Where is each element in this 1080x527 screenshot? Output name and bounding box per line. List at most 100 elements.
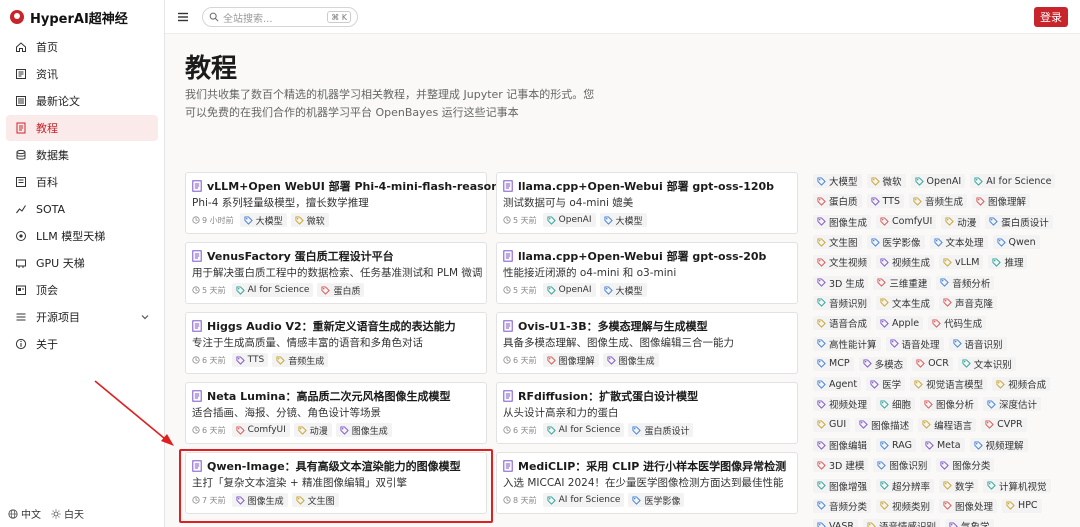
tag[interactable]: 动漫 — [293, 423, 332, 437]
tag[interactable]: 蛋白质 — [317, 283, 365, 297]
tag[interactable]: 大模型 — [599, 213, 647, 227]
tag-cloud-item[interactable]: 多模态 — [858, 356, 908, 371]
tag-cloud-item[interactable]: Meta — [920, 438, 965, 452]
tag-cloud-item[interactable]: 音频分类 — [813, 498, 872, 513]
tag-cloud-item[interactable]: 图像理解 — [972, 194, 1031, 209]
sidebar-item-5[interactable]: 百科 — [6, 169, 158, 195]
tag-cloud-item[interactable]: 微软 — [866, 174, 906, 189]
tag[interactable]: AI for Science — [542, 423, 625, 437]
tag[interactable]: ComfyUI — [231, 423, 290, 437]
tag-cloud-item[interactable]: 语音合成 — [813, 316, 872, 331]
tag-cloud-item[interactable]: 编程语言 — [918, 417, 977, 432]
tag-cloud-item[interactable]: GUI — [813, 417, 851, 432]
sidebar-item-2[interactable]: 最新论文 — [6, 88, 158, 114]
tag-cloud-item[interactable]: 视觉语言模型 — [910, 377, 988, 392]
tag[interactable]: TTS — [231, 353, 269, 367]
tag-cloud-item[interactable]: 文本处理 — [929, 235, 988, 250]
tag-cloud-item[interactable]: CVPR — [981, 417, 1027, 432]
tag-cloud-item[interactable]: 图像分析 — [920, 397, 979, 412]
tag-cloud-item[interactable]: Agent — [813, 377, 862, 392]
tag-cloud-item[interactable]: 计算机视觉 — [983, 478, 1051, 493]
tag-cloud-item[interactable]: 医学 — [866, 377, 906, 392]
brand[interactable]: HyperAI超神经 — [0, 0, 164, 34]
tag[interactable]: AI for Science — [542, 493, 625, 507]
sidebar-item-10[interactable]: 开源项目 — [6, 304, 158, 330]
sidebar-item-7[interactable]: LLM 模型天梯 — [6, 223, 158, 249]
tag-cloud-item[interactable]: 蛋白质 — [813, 194, 862, 209]
tag-cloud-item[interactable]: vLLM — [939, 255, 984, 270]
tag-cloud-item[interactable]: 大模型 — [813, 174, 862, 189]
tutorial-card[interactable]: llama.cpp+Open-Webui 部署 gpt-oss-120b 测试数据… — [496, 172, 798, 234]
tag[interactable]: 蛋白质设计 — [628, 423, 694, 437]
card-title[interactable]: VenusFactory 蛋白质工程设计平台 — [192, 248, 394, 264]
tag-cloud-item[interactable]: 图像增强 — [813, 478, 872, 493]
tag-cloud-item[interactable]: 推理 — [988, 255, 1028, 270]
tag[interactable]: 微软 — [290, 213, 329, 227]
tag-cloud-item[interactable]: AI for Science — [970, 174, 1056, 189]
language-switch[interactable]: 中文 — [8, 506, 41, 521]
tag-cloud-item[interactable]: 图像处理 — [939, 498, 998, 513]
tag-cloud-item[interactable]: 视频合成 — [992, 377, 1051, 392]
tutorial-card[interactable]: MediCLIP：采用 CLIP 进行小样本医学图像异常检测 入选 MICCAI … — [496, 452, 798, 514]
tag[interactable]: 医学影像 — [628, 493, 685, 507]
card-title[interactable]: llama.cpp+Open-Webui 部署 gpt-oss-120b — [503, 178, 774, 194]
sidebar-item-3[interactable]: 教程 — [6, 115, 158, 141]
tag-cloud-item[interactable]: RAG — [876, 438, 916, 452]
tag[interactable]: OpenAI — [542, 213, 596, 227]
card-title[interactable]: llama.cpp+Open-Webui 部署 gpt-oss-20b — [503, 248, 766, 264]
sidebar-item-6[interactable]: SOTA — [6, 196, 158, 222]
tag[interactable]: OpenAI — [542, 283, 596, 297]
sidebar-item-8[interactable]: GPU 天梯 — [6, 250, 158, 276]
tag-cloud-item[interactable]: 视频类别 — [876, 498, 935, 513]
tag-cloud-item[interactable]: 图像分类 — [936, 458, 995, 473]
card-title[interactable]: MediCLIP：采用 CLIP 进行小样本医学图像异常检测 — [503, 458, 786, 474]
tag[interactable]: 大模型 — [599, 283, 647, 297]
tag-cloud-item[interactable]: 深度估计 — [983, 397, 1042, 412]
tag[interactable]: 图像理解 — [542, 353, 599, 367]
tag-cloud-item[interactable]: 超分辨率 — [876, 478, 935, 493]
menu-icon[interactable] — [177, 11, 189, 23]
tag-cloud-item[interactable]: 动漫 — [941, 214, 981, 229]
theme-switch[interactable]: 白天 — [51, 506, 84, 521]
tag[interactable]: AI for Science — [231, 283, 314, 297]
tutorial-card[interactable]: llama.cpp+Open-Webui 部署 gpt-oss-20b 性能接近闭… — [496, 242, 798, 304]
tag-cloud-item[interactable]: 代码生成 — [928, 316, 987, 331]
tag-cloud-item[interactable]: 视频理解 — [969, 438, 1028, 452]
card-title[interactable]: Ovis-U1-3B：多模态理解与生成模型 — [503, 318, 708, 334]
tag-cloud-item[interactable]: 视频处理 — [813, 397, 872, 412]
tag-cloud-item[interactable]: 图像编辑 — [813, 438, 872, 452]
tag-cloud-item[interactable]: 语音情感识别 — [863, 519, 941, 527]
tag-cloud-item[interactable]: HPC — [1002, 498, 1042, 513]
sidebar-item-4[interactable]: 数据集 — [6, 142, 158, 168]
tag-cloud-item[interactable]: 文本识别 — [957, 356, 1016, 371]
tag-cloud-item[interactable]: 3D 生成 — [813, 275, 869, 290]
tutorial-card[interactable]: RFdiffusion：扩散式蛋白设计模型 从头设计高亲和力的蛋白 6 天前 AI f… — [496, 382, 798, 444]
tag-cloud-item[interactable]: 文生图 — [813, 235, 862, 250]
tag-cloud-item[interactable]: 文本生成 — [876, 295, 935, 310]
tag-cloud-item[interactable]: Qwen — [992, 235, 1040, 250]
tag-cloud-item[interactable]: 音频分析 — [936, 275, 995, 290]
login-button[interactable]: 登录 — [1034, 7, 1068, 27]
tag[interactable]: 大模型 — [239, 213, 287, 227]
chevron-down-icon[interactable] — [140, 312, 150, 322]
tag-cloud-item[interactable]: 气象学 — [945, 519, 994, 527]
tag-cloud-item[interactable]: 高性能计算 — [813, 336, 881, 351]
sidebar-item-1[interactable]: 资讯 — [6, 61, 158, 87]
tutorial-card[interactable]: VenusFactory 蛋白质工程设计平台 用于解决蛋白质工程中的数据检索、任务… — [185, 242, 487, 304]
tag-cloud-item[interactable]: 细胞 — [876, 397, 916, 412]
tag-cloud-item[interactable]: 3D 建模 — [813, 458, 869, 473]
tutorial-card[interactable]: Neta Lumina：高品质二次元风格图像生成模型 适合插画、海报、分镜、角色设… — [185, 382, 487, 444]
card-title[interactable]: vLLM+Open WebUI 部署 Phi-4-mini-flash-reas… — [192, 178, 519, 194]
card-title[interactable]: RFdiffusion：扩散式蛋白设计模型 — [503, 388, 698, 404]
tag-cloud-item[interactable]: VASR — [813, 519, 859, 527]
tag-cloud-item[interactable]: 文生视频 — [813, 255, 872, 270]
tag-cloud-item[interactable]: 图像描述 — [855, 417, 914, 432]
tag-cloud-item[interactable]: 视频生成 — [876, 255, 935, 270]
tag-cloud-item[interactable]: ComfyUI — [876, 214, 937, 229]
tag-cloud-item[interactable]: TTS — [866, 194, 904, 209]
tag[interactable]: 音频生成 — [272, 353, 329, 367]
tag-cloud-item[interactable]: 数学 — [939, 478, 979, 493]
tag-cloud-item[interactable]: 音频识别 — [813, 295, 872, 310]
tag-cloud-item[interactable]: 三维重建 — [873, 275, 932, 290]
card-title[interactable]: Neta Lumina：高品质二次元风格图像生成模型 — [192, 388, 451, 404]
